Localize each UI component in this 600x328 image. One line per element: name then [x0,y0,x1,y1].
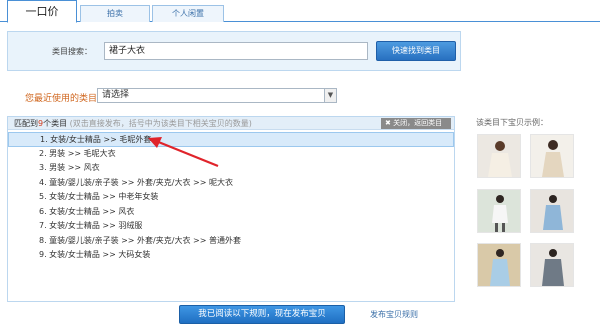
result-item[interactable]: 8. 童装/婴儿装/亲子装 >> 外套/夹克/大衣 >> 普通外套 [8,234,454,249]
results-header: 匹配到9个类目 (双击直接发布，括号中为该类目下相关宝贝的数量) ✖ 关闭，返回… [8,117,454,130]
publish-rules-link[interactable]: 发布宝贝规则 [370,309,418,320]
category-search-panel: 类目搜索： 裙子大衣 快速找到类目 [7,31,461,71]
result-item[interactable]: 1. 女装/女士精品 >> 毛呢外套 [8,132,454,147]
example-thumbnail[interactable] [530,189,574,233]
example-thumbnail[interactable] [477,243,521,287]
tab-fixed-price[interactable]: 一口价 [7,0,77,23]
quick-find-category-button[interactable]: 快速找到类目 [376,41,456,61]
examples-title: 该类目下宝贝示例： [476,118,548,127]
chevron-down-icon[interactable]: ▼ [324,89,336,102]
recent-categories-label: 您最近使用的类目： [25,94,107,104]
result-item[interactable]: 3. 男装 >> 风衣 [8,161,454,176]
results-note: (双击直接发布，括号中为该类目下相关宝贝的数量) [69,119,252,128]
coat-photo-icon [478,135,520,177]
result-list: 1. 女装/女士精品 >> 毛呢外套 2. 男装 >> 毛呢大衣 3. 男装 >… [8,132,454,263]
result-item[interactable]: 7. 女装/女士精品 >> 羽绒服 [8,219,454,234]
example-thumbnail[interactable] [477,134,521,178]
search-label: 类目搜索： [52,47,92,56]
coat-photo-icon [478,190,520,232]
category-results-panel: 匹配到9个类目 (双击直接发布，括号中为该类目下相关宝贝的数量) ✖ 关闭，返回… [7,116,455,302]
close-icon: ✖ [385,119,391,127]
coat-photo-icon [531,190,573,232]
result-item[interactable]: 6. 女装/女士精品 >> 风衣 [8,205,454,220]
result-item[interactable]: 9. 女装/女士精品 >> 大码女装 [8,248,454,263]
recent-categories-value: 请选择 [102,90,130,100]
category-search-input[interactable]: 裙子大衣 [104,42,368,60]
confirm-publish-button[interactable]: 我已阅读以下规则，现在发布宝贝 [179,305,345,324]
close-return-button[interactable]: ✖ 关闭，返回类目 [381,118,451,129]
coat-photo-icon [531,135,573,177]
tab-auction[interactable]: 拍卖 [80,5,150,22]
result-item[interactable]: 5. 女装/女士精品 >> 中老年女装 [8,190,454,205]
example-thumbnail[interactable] [477,189,521,233]
result-item[interactable]: 4. 童装/婴儿装/亲子装 >> 外套/夹克/大衣 >> 呢大衣 [8,176,454,191]
example-thumbnail[interactable] [530,134,574,178]
result-item[interactable]: 2. 男装 >> 毛呢大衣 [8,147,454,162]
coat-photo-icon [531,244,573,286]
results-title: 匹配到9个类目 (双击直接发布，括号中为该类目下相关宝贝的数量) [14,119,252,128]
recent-categories-select[interactable]: 请选择 ▼ [97,88,337,103]
category-tabbar: 一口价 拍卖 个人闲置 [0,0,600,23]
coat-photo-icon [478,244,520,286]
example-thumbnail[interactable] [530,243,574,287]
tab-personal-idle[interactable]: 个人闲置 [152,5,224,22]
